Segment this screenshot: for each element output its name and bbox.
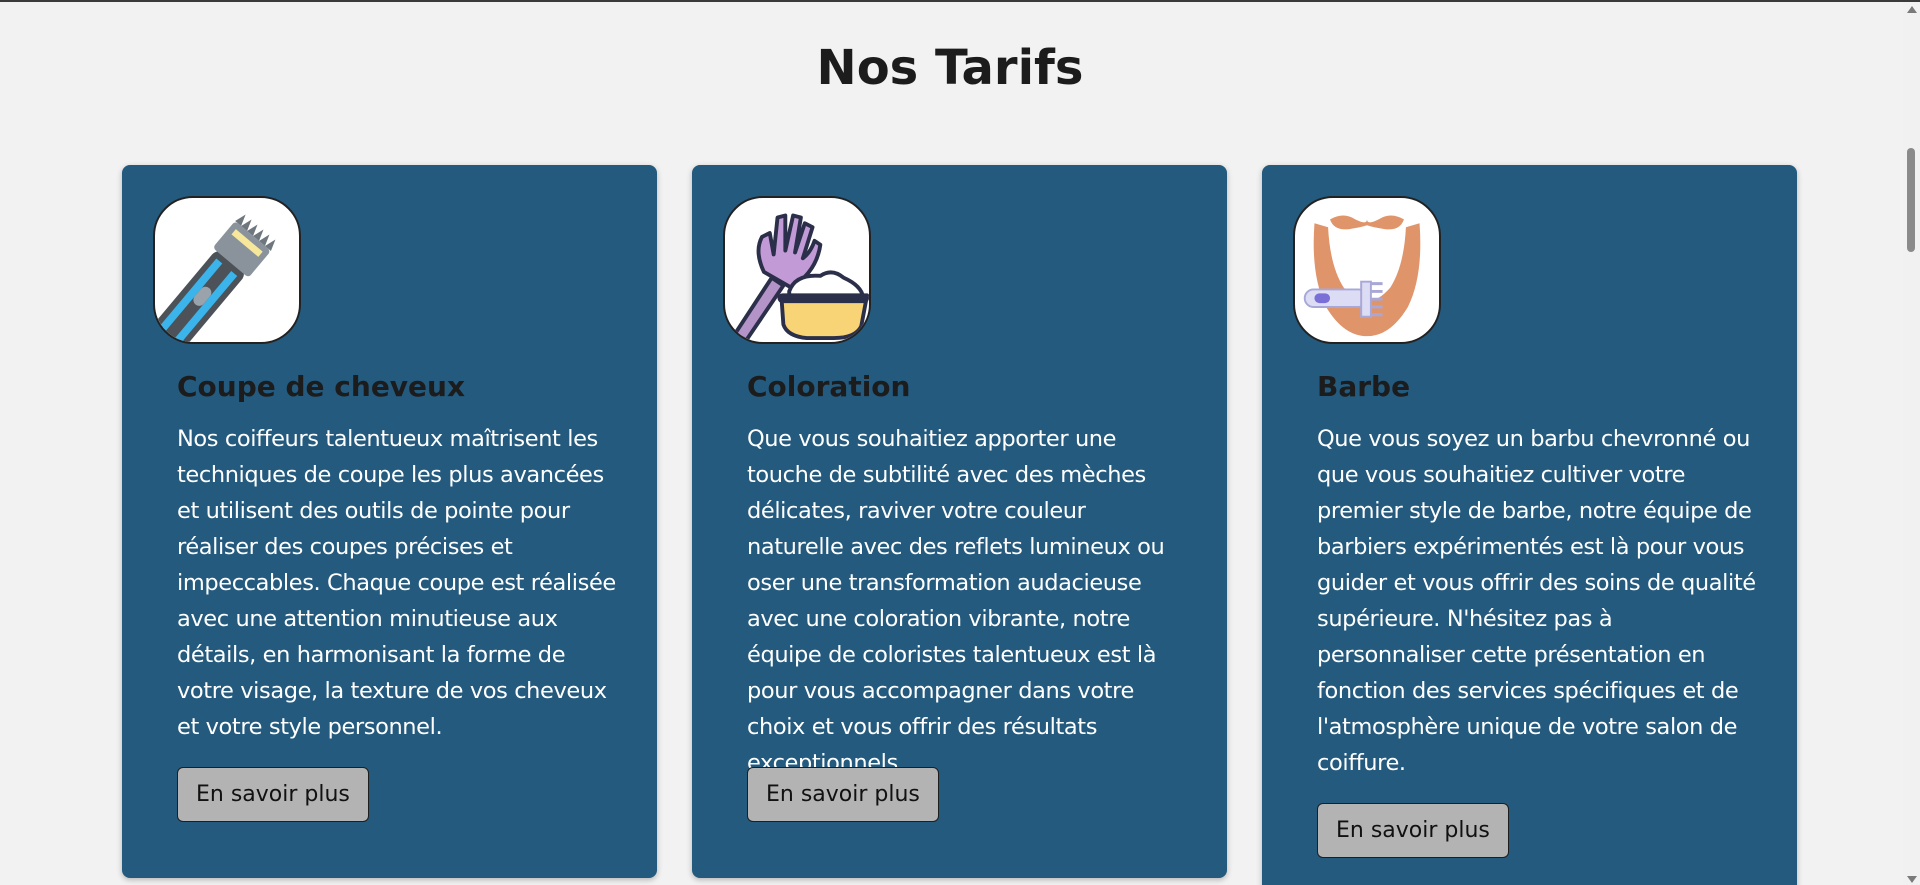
card-description: Que vous souhaitiez apporter une touche …: [747, 426, 1165, 776]
beard-trimmer-icon: [1293, 196, 1441, 344]
hair-clipper-icon: [153, 196, 301, 344]
learn-more-button[interactable]: En savoir plus: [1317, 803, 1509, 858]
pricing-card-haircut: Coupe de cheveux Nos coiffeurs talentueu…: [122, 165, 657, 878]
scroll-thumb[interactable]: [1907, 148, 1915, 252]
card-description: Nos coiffeurs talentueux maîtrisent les …: [177, 426, 616, 740]
card-title: Barbe: [1317, 370, 1411, 403]
pricing-card-coloring: Coloration Que vous souhaitiez apporter …: [692, 165, 1227, 878]
scroll-up-arrow-icon[interactable]: [1907, 6, 1917, 13]
page-title: Nos Tarifs: [816, 40, 1084, 96]
learn-more-button[interactable]: En savoir plus: [747, 767, 939, 822]
learn-more-button[interactable]: En savoir plus: [177, 767, 369, 822]
card-title: Coupe de cheveux: [177, 370, 466, 403]
card-description: Que vous soyez un barbu chevronné ou que…: [1317, 426, 1756, 776]
card-title: Coloration: [747, 370, 911, 403]
scroll-down-arrow-icon[interactable]: [1907, 876, 1917, 883]
hair-dye-brush-icon: [723, 196, 871, 344]
page: Nos Tarifs Coupe de cheveux Nos coiffeur…: [0, 0, 1920, 885]
pricing-card-beard: Barbe Que vous soyez un barbu chevronné …: [1262, 165, 1797, 885]
vertical-scrollbar[interactable]: [1903, 2, 1920, 885]
